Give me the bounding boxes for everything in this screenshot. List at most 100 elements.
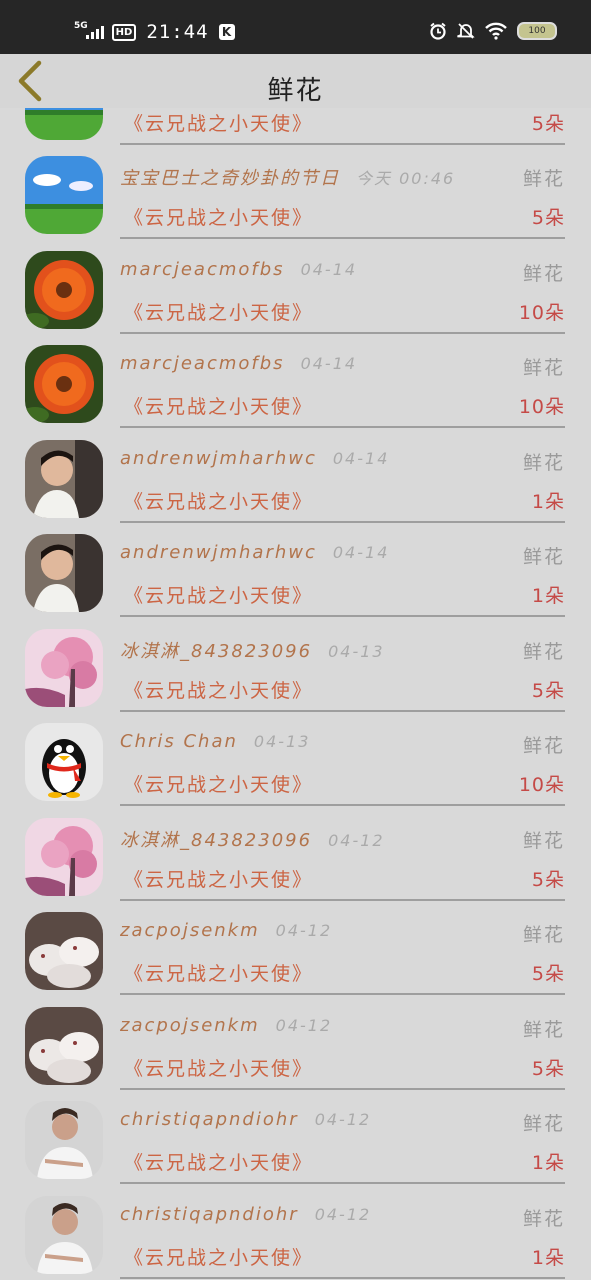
send-date: 04-12 [314,1110,372,1129]
gift-row[interactable]: marcjeacmofbs 04-14 鲜花 《云兄战之小天使》 10朵 [0,240,591,335]
man-avatar [25,1101,103,1179]
gift-count: 5朵 [531,1058,565,1080]
sender-name: andrenwjmharhwc 04-14 [120,448,390,469]
work-title: 《云兄战之小天使》 [124,113,314,135]
work-title: 《云兄战之小天使》 [124,774,314,796]
gift-count: 1朵 [531,1247,565,1269]
send-date: 04-14 [332,543,390,562]
gift-count: 1朵 [531,491,565,513]
gift-type: 鲜花 [522,1113,565,1135]
work-title: 《云兄战之小天使》 [124,396,314,418]
send-date: 04-14 [300,260,358,279]
network-label: 5G [74,21,88,31]
send-date: 04-12 [314,1205,372,1224]
signal-icon [85,25,104,39]
status-left: 5G HD 21:44 K [74,18,235,46]
sender-name: christiqapndiohr 04-12 [120,1109,372,1130]
sender-name: 宝宝巴士之奇妙卦的节日 今天 00:46 [120,168,456,189]
gift-row[interactable]: andrenwjmharhwc 04-14 鲜花 《云兄战之小天使》 1朵 [0,523,591,618]
row-divider [120,993,565,995]
gift-row[interactable]: 冰淇淋_843823096 04-12 鲜花 《云兄战之小天使》 5朵 [0,807,591,902]
gift-type: 鲜花 [522,452,565,474]
flower-avatar [25,345,103,423]
wifi-icon [485,22,507,40]
gift-type: 鲜花 [522,830,565,852]
send-date: 04-13 [253,732,311,751]
gift-row[interactable]: Chris Chan 04-13 鲜花 《云兄战之小天使》 10朵 [0,712,591,807]
work-title: 《云兄战之小天使》 [124,491,314,513]
sender-name: zacpojsenkm 04-12 [120,1015,333,1036]
gift-count: 10朵 [518,396,565,418]
status-right: 100 [429,22,557,40]
gift-row[interactable]: christiqapndiohr 04-12 鲜花 《云兄战之小天使》 1朵 [0,1185,591,1280]
work-title: 《云兄战之小天使》 [124,680,314,702]
page-title: 鲜花 [267,76,324,106]
send-date: 04-14 [332,449,390,468]
status-bar: 5G HD 21:44 K 100 [0,0,591,54]
gift-count: 5朵 [531,963,565,985]
send-date: 04-12 [275,1016,333,1035]
gift-type: 鲜花 [522,1208,565,1230]
gift-row[interactable]: zacpojsenkm 04-12 鲜花 《云兄战之小天使》 5朵 [0,901,591,996]
penguin-avatar [25,723,103,801]
gift-type: 鲜花 [522,263,565,285]
sender-name: Chris Chan 04-13 [120,731,311,752]
send-date: 今天 00:46 [356,169,456,188]
gift-count: 10朵 [518,774,565,796]
blossom-avatar [25,629,103,707]
work-title: 《云兄战之小天使》 [124,869,314,891]
rabbit-avatar [25,912,103,990]
gift-type: 鲜花 [522,924,565,946]
send-date: 04-14 [300,354,358,373]
gift-list[interactable]: 《云兄战之小天使》 5朵 宝宝巴士之奇妙卦的节日 今天 00:46 鲜花 《云兄战… [0,108,591,1280]
gift-count: 10朵 [518,302,565,324]
gift-count: 1朵 [531,585,565,607]
send-date: 04-12 [275,921,333,940]
gift-type: 鲜花 [522,735,565,757]
sender-name: andrenwjmharhwc 04-14 [120,542,390,563]
gift-count: 1朵 [531,1152,565,1174]
gift-row[interactable]: zacpojsenkm 04-12 鲜花 《云兄战之小天使》 5朵 [0,996,591,1091]
work-title: 《云兄战之小天使》 [124,585,314,607]
work-title: 《云兄战之小天使》 [124,207,314,229]
row-divider [120,1182,565,1184]
send-date: 04-13 [328,642,385,661]
status-time: 21:44 [146,21,209,43]
send-date: 04-12 [328,831,385,850]
sender-name: marcjeacmofbs 04-14 [120,353,358,374]
work-title: 《云兄战之小天使》 [124,1152,314,1174]
k-app-icon: K [218,24,235,40]
gift-count: 5朵 [531,207,565,229]
gift-count: 5朵 [531,680,565,702]
gift-row[interactable]: christiqapndiohr 04-12 鲜花 《云兄战之小天使》 1朵 [0,1090,591,1185]
hd-badge: HD [111,23,137,41]
blossom-avatar [25,818,103,896]
person-avatar [25,440,103,518]
sender-name: zacpojsenkm 04-12 [120,920,333,941]
sender-name: 冰淇淋_843823096 04-13 [120,641,385,662]
man-avatar [25,1196,103,1274]
person-avatar [25,534,103,612]
work-title: 《云兄战之小天使》 [124,1247,314,1269]
gift-row[interactable]: 冰淇淋_843823096 04-13 鲜花 《云兄战之小天使》 5朵 [0,618,591,713]
sender-name: 冰淇淋_843823096 04-12 [120,830,385,851]
gift-row[interactable]: 《云兄战之小天使》 5朵 [0,108,591,146]
gift-count: 5朵 [531,869,565,891]
gift-type: 鲜花 [522,1019,565,1041]
gift-row[interactable]: andrenwjmharhwc 04-14 鲜花 《云兄战之小天使》 1朵 [0,429,591,524]
sender-name: christiqapndiohr 04-12 [120,1204,372,1225]
mute-bell-icon [457,23,475,39]
gift-row[interactable]: marcjeacmofbs 04-14 鲜花 《云兄战之小天使》 10朵 [0,334,591,429]
work-title: 《云兄战之小天使》 [124,963,314,985]
gift-count: 5朵 [531,113,565,135]
row-divider [120,1277,565,1279]
sender-name: marcjeacmofbs 04-14 [120,259,358,280]
flower-avatar [25,251,103,329]
gift-row[interactable]: 宝宝巴士之奇妙卦的节日 今天 00:46 鲜花 《云兄战之小天使》 5朵 [0,145,591,240]
row-divider [120,804,565,806]
row-divider [120,237,565,239]
rabbit-avatar [25,1007,103,1085]
battery-icon: 100 [517,22,557,40]
work-title: 《云兄战之小天使》 [124,302,314,324]
work-title: 《云兄战之小天使》 [124,1058,314,1080]
